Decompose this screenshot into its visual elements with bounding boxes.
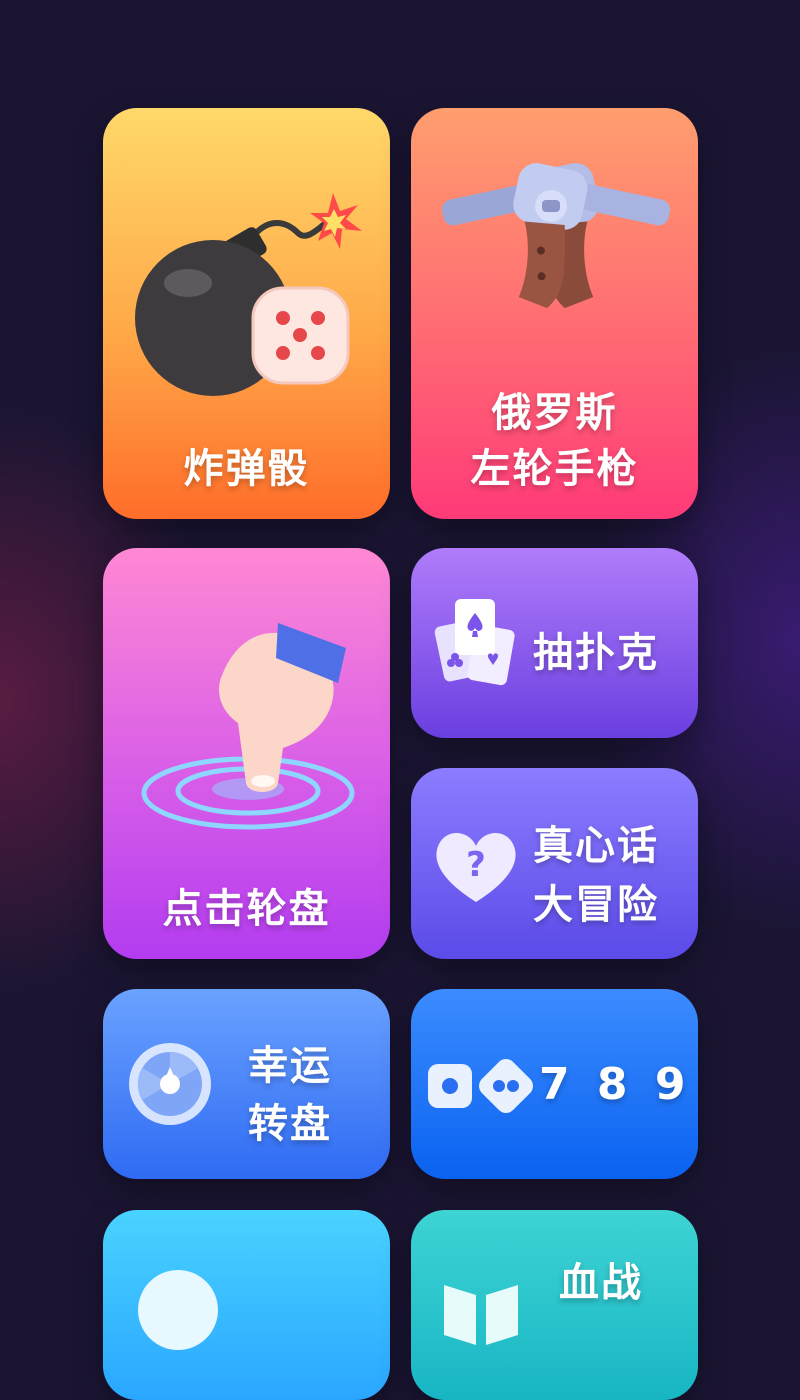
- bomb-dice-icon: [135, 193, 362, 396]
- truth-dare-label-line2: 大冒险: [533, 882, 659, 928]
- tap-finger-icon: [141, 623, 355, 830]
- game-card-truth-dare[interactable]: ? 真心话 大冒险: [411, 768, 698, 959]
- wheel-icon: [129, 1043, 211, 1125]
- game-card-789[interactable]: 7 8 9: [411, 989, 698, 1179]
- game-card-tap-wheel[interactable]: 点击轮盘: [103, 548, 390, 959]
- truth-dare-label-line1: 真心话: [533, 823, 659, 869]
- game-card-bottom-left[interactable]: [103, 1210, 390, 1400]
- poker-cards-icon: [434, 599, 515, 686]
- lucky-wheel-label-line1: 幸运: [248, 1043, 332, 1089]
- russian-roulette-label-line1: 俄罗斯: [491, 390, 618, 436]
- russian-roulette-label-line2: 左轮手枪: [470, 446, 639, 492]
- game-card-bottom-right[interactable]: 血战: [411, 1210, 698, 1400]
- game-card-russian-roulette[interactable]: 俄罗斯 左轮手枪: [411, 108, 698, 519]
- svg-text:?: ?: [466, 845, 486, 885]
- game-card-lucky-wheel[interactable]: 幸运 转盘: [103, 989, 390, 1179]
- game-card-bomb-dice[interactable]: 炸弹骰: [103, 108, 390, 519]
- draw-poker-label: 抽扑克: [533, 630, 659, 676]
- heart-question-icon: ?: [436, 832, 516, 902]
- game-789-label: 7 8 9: [539, 1059, 692, 1110]
- tap-wheel-label: 点击轮盘: [162, 886, 331, 932]
- dice-pair-icon: [428, 1059, 533, 1113]
- revolver-icon: [441, 163, 671, 309]
- game-card-draw-poker[interactable]: 抽扑克: [411, 548, 698, 738]
- bottom-left-icon: [138, 1270, 218, 1350]
- bottom-right-icon: [444, 1285, 518, 1345]
- lucky-wheel-label-line2: 转盘: [248, 1101, 332, 1147]
- bomb-dice-label: 炸弹骰: [183, 446, 310, 492]
- bottom-right-label-line1: 血战: [559, 1260, 643, 1306]
